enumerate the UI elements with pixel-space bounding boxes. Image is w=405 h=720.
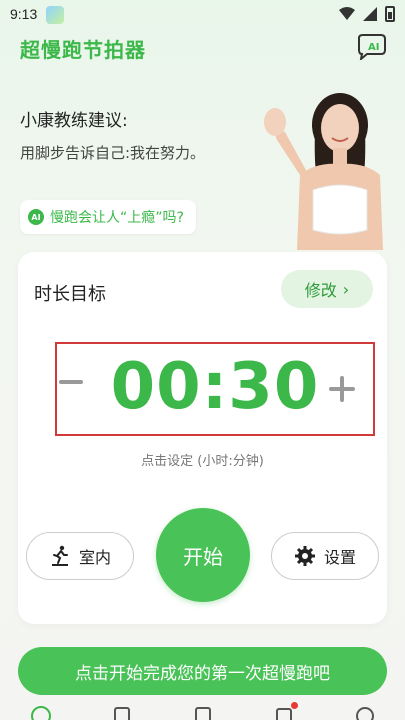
tab-stats[interactable]: [191, 700, 215, 720]
settings-label: 设置: [323, 548, 356, 567]
cta-button[interactable]: 点击开始完成您的第一次超慢跑吧: [18, 647, 387, 695]
tab-bar: [0, 700, 405, 720]
battery-icon: [385, 6, 395, 22]
stats-icon: [194, 707, 211, 720]
notification-app-icon: [46, 6, 64, 24]
coach-title: 小康教练建议:: [20, 111, 128, 131]
run-icon: [30, 706, 51, 720]
gear-icon: [294, 546, 315, 566]
plus-icon[interactable]: [329, 376, 355, 402]
ai-badge-icon: AI: [28, 209, 44, 225]
time-value[interactable]: 00:30: [57, 350, 373, 424]
coach-message: 用脚步告诉自己:我在努力。: [20, 144, 206, 162]
settings-button[interactable]: 设置: [271, 532, 379, 580]
notification-badge: [290, 702, 298, 709]
wifi-icon: [339, 7, 355, 20]
chevron-right-icon: ›: [342, 279, 350, 299]
tab-calendar[interactable]: [110, 700, 134, 720]
tab-shop[interactable]: [272, 700, 298, 720]
modify-label: 修改: [304, 281, 337, 300]
app-title: 超慢跑节拍器: [20, 38, 146, 62]
chat-icon: [355, 707, 374, 720]
start-button[interactable]: 开始: [156, 508, 250, 602]
time-hint: 点击设定 (小时:分钟): [141, 454, 264, 469]
calendar-icon: [113, 707, 130, 720]
status-icons: [339, 6, 395, 22]
signal-icon: [363, 7, 377, 21]
svg-text:AI: AI: [368, 42, 379, 53]
status-time: 9:13: [10, 6, 38, 22]
treadmill-run-icon: [51, 545, 68, 566]
time-display-box[interactable]: 00:30: [55, 342, 375, 436]
tab-chat[interactable]: [353, 700, 377, 720]
start-label: 开始: [183, 544, 223, 569]
coach-avatar-image: [264, 93, 383, 250]
tab-run[interactable]: [29, 700, 53, 720]
duration-card: 时长目标 修改 › 00:30 点击设定 (小时:分钟) 室内 开始 设置: [18, 252, 387, 624]
status-bar: 9:13: [0, 0, 405, 30]
modify-button[interactable]: 修改 ›: [281, 270, 373, 308]
indoor-label: 室内: [78, 548, 111, 567]
ai-question-text: 慢跑会让人“上瘾”吗?: [50, 210, 184, 226]
cta-label: 点击开始完成您的第一次超慢跑吧: [75, 663, 330, 684]
card-title: 时长目标: [34, 284, 106, 305]
ai-chat-icon[interactable]: AI: [355, 34, 387, 60]
ai-question-chip[interactable]: AI 慢跑会让人“上瘾”吗?: [20, 200, 196, 234]
indoor-button[interactable]: 室内: [26, 532, 134, 580]
